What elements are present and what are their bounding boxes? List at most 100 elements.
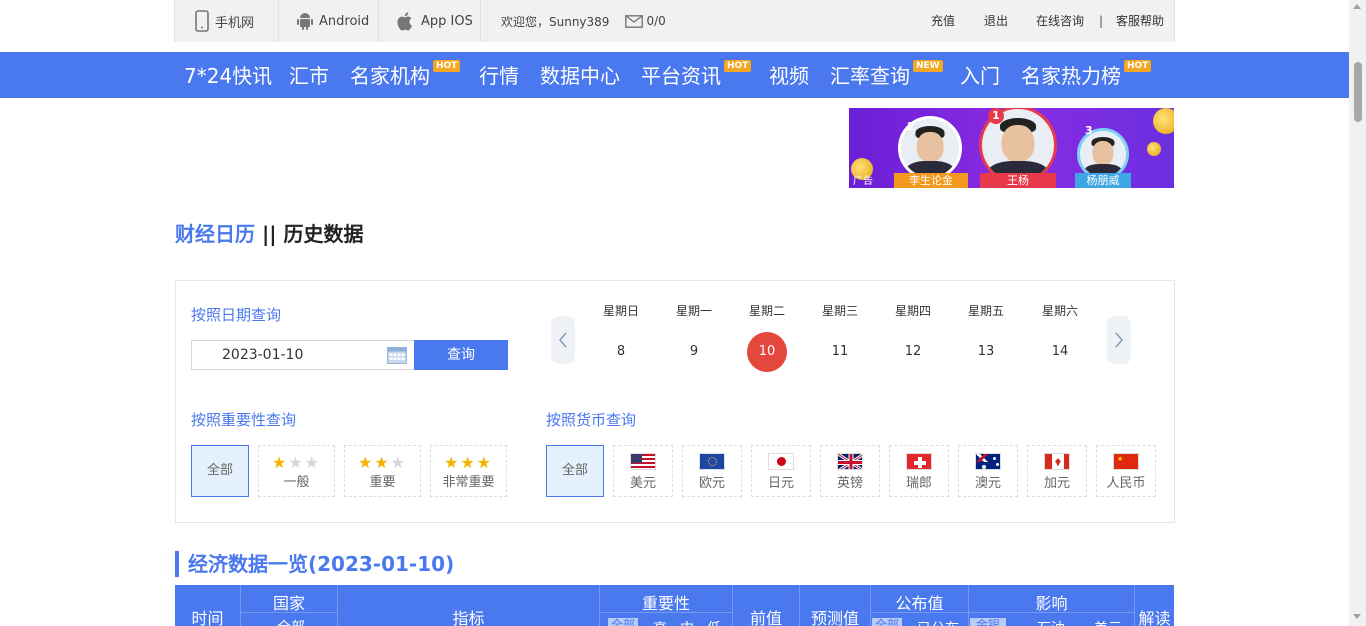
nav-item-rate-lookup[interactable]: 汇率查询 — [830, 52, 910, 98]
currency-all-button[interactable]: 全部 — [546, 445, 604, 497]
finance-calendar-link[interactable]: 财经日历 — [175, 222, 255, 246]
currency-all-label: 全部 — [561, 463, 588, 478]
logout-link[interactable]: 退出 — [984, 0, 1008, 42]
week-day-wed[interactable]: 星期三 11 — [810, 300, 870, 372]
nav-item-forex[interactable]: 汇市 — [289, 52, 329, 98]
phone-icon — [195, 10, 209, 32]
jp-flag-icon — [768, 453, 794, 470]
actual-filter-all[interactable]: 全部 — [872, 618, 903, 626]
currency-cad-button[interactable]: 加元 — [1027, 445, 1087, 497]
page-title: 财经日历 || 历史数据 — [175, 218, 364, 247]
ch-flag-icon — [906, 453, 932, 470]
week-day-tue[interactable]: 星期二 10 — [737, 300, 797, 372]
currency-jpy-button[interactable]: 日元 — [751, 445, 811, 497]
mail-icon — [625, 14, 644, 28]
ios-app-link[interactable]: App IOS — [379, 0, 481, 42]
android-app-link[interactable]: Android — [279, 0, 379, 42]
importance-normal-button[interactable]: ★★★ 一般 — [258, 445, 335, 497]
help-link[interactable]: 客服帮助 — [1116, 0, 1164, 42]
impact-filter-oil[interactable]: 石油 — [1037, 618, 1065, 626]
apple-icon — [397, 12, 412, 31]
importance-very-important-button[interactable]: ★★★ 非常重要 — [430, 445, 507, 497]
week-day-fri[interactable]: 星期五 13 — [956, 300, 1016, 372]
currency-cny-button[interactable]: ★ 人民币 — [1096, 445, 1156, 497]
data-section-title: 经济数据一览(2023-01-10) — [175, 551, 454, 577]
importance-all-label: 全部 — [206, 463, 233, 478]
recharge-link[interactable]: 充值 — [931, 0, 955, 42]
day-number: 12 — [904, 344, 922, 359]
coin-icon — [1153, 108, 1174, 134]
prev-week-button[interactable] — [551, 316, 575, 364]
importance-filter-all[interactable]: 全部 — [608, 618, 639, 626]
importance-filter-mid[interactable]: 中 — [680, 618, 694, 626]
rank-number: 2 — [907, 120, 915, 133]
week-day-mon[interactable]: 星期一 9 — [664, 300, 724, 372]
ad-mark: 广告 — [853, 176, 873, 187]
topbar-separator: | — [1099, 14, 1104, 28]
scrollbar-thumb[interactable] — [1354, 62, 1362, 122]
nav-item-quotes[interactable]: 行情 — [479, 52, 519, 98]
actual-filter-published[interactable]: 已公布 — [917, 618, 959, 626]
impact-filter-gold[interactable]: 金银 — [970, 618, 1007, 626]
online-consult-link[interactable]: 在线咨询 — [1036, 0, 1084, 42]
currency-jpy-label: 日元 — [767, 476, 794, 491]
currency-aud-button[interactable]: 澳元 — [958, 445, 1018, 497]
importance-filter-high[interactable]: 高 — [653, 618, 667, 626]
coin-icon — [1147, 142, 1161, 156]
currency-usd-button[interactable]: 美元 — [613, 445, 673, 497]
expert-name: 李生论金 — [894, 173, 968, 188]
next-week-button[interactable] — [1107, 316, 1131, 364]
scroll-down-arrow-icon[interactable] — [1353, 614, 1361, 619]
weekday-name: 星期四 — [894, 304, 931, 318]
col-header-time: 时间 — [191, 609, 224, 626]
importance-all-button[interactable]: 全部 — [191, 445, 249, 497]
nav-item-expert-ranking[interactable]: 名家热力榜 — [1021, 52, 1121, 98]
currency-aud-label: 澳元 — [974, 476, 1001, 491]
nav-item-beginner[interactable]: 入门 — [960, 52, 1000, 98]
page-scrollbar[interactable] — [1349, 0, 1366, 626]
new-badge: NEW — [913, 60, 943, 72]
hot-badge: HOT — [724, 60, 752, 72]
nav-item-flash-news[interactable]: 7*24快讯 — [184, 52, 272, 98]
currency-chf-label: 瑞郎 — [905, 476, 932, 491]
week-day-sun[interactable]: 星期日 8 — [591, 300, 651, 372]
currency-gbp-button[interactable]: 英镑 — [820, 445, 880, 497]
country-filter-select[interactable]: 全部 — [271, 617, 311, 626]
impact-filter-usd[interactable]: 美元 — [1094, 618, 1122, 626]
week-day-thu[interactable]: 星期四 12 — [883, 300, 943, 372]
nav-item-data-center[interactable]: 数据中心 — [540, 52, 620, 98]
col-header-impact: 影响 — [1035, 594, 1068, 613]
chevron-left-icon — [559, 332, 567, 348]
query-button[interactable]: 查询 — [414, 340, 508, 370]
android-app-label: Android — [319, 13, 370, 29]
welcome-text: 欢迎您，Sunny389 — [501, 14, 610, 29]
nav-item-experts[interactable]: 名家机构 — [350, 52, 430, 98]
mobile-site-link[interactable]: 手机网 — [175, 0, 279, 42]
calendar-icon[interactable] — [387, 345, 407, 364]
ad-banner[interactable]: 2 1 3 李生论金 王杨 杨朋威 — [849, 108, 1174, 188]
importance-normal-label: 一般 — [283, 475, 310, 490]
cn-flag-icon: ★ — [1113, 453, 1139, 470]
android-icon — [297, 13, 313, 30]
nav-item-video[interactable]: 视频 — [769, 52, 809, 98]
importance-important-button[interactable]: ★★★ 重要 — [344, 445, 421, 497]
data-table-header: 时间 国家 全部 指标 重要性 前值 预测值 公布值 影响 解读 — [175, 585, 1174, 626]
star-rating-2: ★★★ — [357, 453, 408, 472]
currency-query-label: 按照货币查询 — [546, 411, 637, 429]
scroll-up-arrow-icon[interactable] — [1353, 4, 1361, 9]
date-input[interactable]: 2023-01-10 — [191, 340, 415, 370]
currency-cad-label: 加元 — [1043, 476, 1070, 491]
expert-name: 王杨 — [980, 173, 1056, 188]
history-data-label: 历史数据 — [283, 222, 364, 246]
importance-filter-low[interactable]: 低 — [707, 618, 721, 626]
messages-count: 0/0 — [646, 14, 666, 28]
nav-item-platform-news[interactable]: 平台资讯 — [641, 52, 721, 98]
week-day-sat[interactable]: 星期六 14 — [1030, 300, 1090, 372]
ios-app-label: App IOS — [421, 13, 473, 29]
currency-chf-button[interactable]: 瑞郎 — [889, 445, 949, 497]
messages-link[interactable]: 0/0 — [625, 14, 666, 28]
mobile-site-label: 手机网 — [215, 15, 255, 31]
col-header-actual: 公布值 — [895, 594, 944, 613]
day-number: 13 — [977, 344, 995, 359]
currency-eur-button[interactable]: 欧元 — [682, 445, 742, 497]
